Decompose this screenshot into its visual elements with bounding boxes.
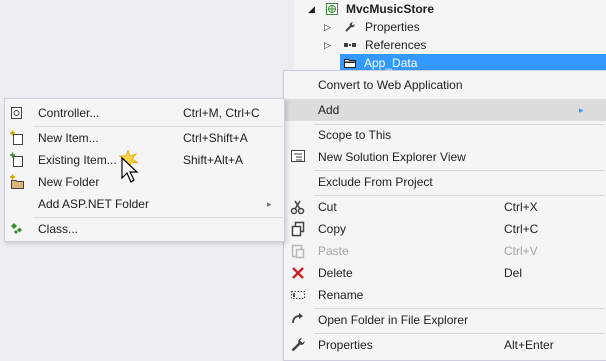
menu-item-shortcut: Shift+Alt+A bbox=[183, 153, 244, 167]
menu-item-add[interactable]: Add ▸ bbox=[284, 99, 606, 121]
menu-item-existing-item[interactable]: Existing Item... Shift+Alt+A bbox=[5, 149, 284, 171]
menu-item-cut[interactable]: Cut Ctrl+X bbox=[284, 196, 606, 218]
menu-item-label: Rename bbox=[318, 288, 364, 302]
folder-icon bbox=[344, 59, 356, 68]
menu-item-open-folder-in-file-explorer[interactable]: Open Folder in File Explorer bbox=[284, 309, 606, 331]
add-submenu: Controller... Ctrl+M, Ctrl+C New Item...… bbox=[4, 98, 285, 242]
menu-item-label: Exclude From Project bbox=[318, 175, 433, 189]
menu-item-label: Copy bbox=[318, 222, 347, 236]
menu-item-exclude-from-project[interactable]: Exclude From Project bbox=[284, 171, 606, 193]
context-menu: Convert to Web Application Add ▸ Scope t… bbox=[283, 70, 606, 361]
wrench-icon bbox=[345, 22, 355, 32]
new-item-icon bbox=[10, 130, 23, 145]
menu-item-label: Add bbox=[318, 103, 340, 117]
solution-explorer-tree: ◢ MvcMusicStore ▷ Properties ▷ Reference… bbox=[294, 0, 606, 72]
refresh-arrow-icon bbox=[292, 313, 303, 324]
tree-node-project[interactable]: ◢ MvcMusicStore bbox=[294, 0, 606, 18]
collapsed-arrow-icon[interactable]: ▷ bbox=[324, 18, 331, 36]
references-icon bbox=[344, 43, 356, 47]
collapsed-arrow-icon[interactable]: ▷ bbox=[324, 36, 331, 54]
menu-item-shortcut: Ctrl+X bbox=[504, 200, 538, 214]
menu-item-label: Delete bbox=[318, 266, 353, 280]
tree-node-label: Properties bbox=[365, 20, 420, 34]
expanded-arrow-icon[interactable]: ◢ bbox=[308, 0, 315, 18]
tree-node-properties[interactable]: ▷ Properties bbox=[294, 18, 606, 36]
class-icon bbox=[11, 223, 22, 234]
mouse-cursor-icon bbox=[118, 150, 139, 183]
menu-item-shortcut: Ctrl+C bbox=[504, 222, 539, 236]
menu-item-label: New Item... bbox=[38, 131, 99, 145]
menu-item-new-item[interactable]: New Item... Ctrl+Shift+A bbox=[5, 127, 284, 149]
tree-node-label: References bbox=[365, 38, 427, 52]
menu-item-properties[interactable]: Properties Alt+Enter bbox=[284, 334, 606, 356]
delete-x-icon bbox=[292, 267, 304, 279]
menu-item-new-folder[interactable]: New Folder bbox=[5, 171, 284, 193]
menu-item-label: Cut bbox=[318, 200, 337, 214]
new-folder-icon bbox=[10, 174, 24, 189]
menu-item-label: New Solution Explorer View bbox=[318, 150, 466, 164]
menu-item-label: Scope to This bbox=[318, 128, 392, 142]
controller-icon bbox=[11, 107, 22, 119]
menu-item-add-aspnet-folder[interactable]: Add ASP.NET Folder ▸ bbox=[5, 193, 284, 215]
menu-item-delete[interactable]: Delete Del bbox=[284, 262, 606, 284]
menu-item-shortcut: Alt+Enter bbox=[504, 338, 554, 352]
submenu-arrow-icon: ▸ bbox=[579, 105, 584, 115]
menu-item-label: Add ASP.NET Folder bbox=[38, 197, 149, 211]
menu-item-label: Convert to Web Application bbox=[318, 78, 463, 92]
menu-item-rename[interactable]: Rename bbox=[284, 284, 606, 306]
menu-item-scope-to-this[interactable]: Scope to This bbox=[284, 124, 606, 146]
menu-item-paste[interactable]: Paste Ctrl+V bbox=[284, 240, 606, 262]
menu-item-label: Class... bbox=[38, 222, 79, 236]
menu-item-label: Properties bbox=[318, 338, 373, 352]
menu-item-controller[interactable]: Controller... Ctrl+M, Ctrl+C bbox=[5, 102, 284, 124]
menu-item-shortcut: Del bbox=[504, 266, 523, 280]
menu-item-label: Controller... bbox=[38, 106, 100, 120]
menu-item-shortcut: Ctrl+Shift+A bbox=[183, 131, 248, 145]
menu-item-label: Open Folder in File Explorer bbox=[318, 313, 469, 327]
wrench-icon bbox=[291, 338, 305, 352]
menu-item-label: Existing Item... bbox=[38, 153, 117, 167]
menu-item-convert-to-web-application[interactable]: Convert to Web Application bbox=[284, 74, 606, 96]
menu-item-label: New Folder bbox=[38, 175, 100, 189]
rename-icon bbox=[291, 291, 305, 299]
solution-view-icon bbox=[291, 150, 305, 162]
submenu-arrow-icon: ▸ bbox=[267, 199, 272, 209]
menu-item-label: Paste bbox=[318, 244, 349, 258]
tree-node-label: MvcMusicStore bbox=[346, 2, 435, 16]
copy-icon bbox=[291, 221, 305, 237]
menu-item-class[interactable]: Class... bbox=[5, 218, 284, 240]
web-project-icon bbox=[326, 3, 338, 15]
paste-icon bbox=[291, 244, 305, 259]
existing-item-icon bbox=[10, 152, 23, 167]
scissors-icon bbox=[290, 200, 305, 215]
menu-item-new-solution-explorer-view[interactable]: New Solution Explorer View bbox=[284, 146, 606, 168]
menu-item-shortcut: Ctrl+V bbox=[504, 244, 538, 258]
menu-item-shortcut: Ctrl+M, Ctrl+C bbox=[183, 106, 260, 120]
menu-item-copy[interactable]: Copy Ctrl+C bbox=[284, 218, 606, 240]
tree-node-references[interactable]: ▷ References bbox=[294, 36, 606, 54]
